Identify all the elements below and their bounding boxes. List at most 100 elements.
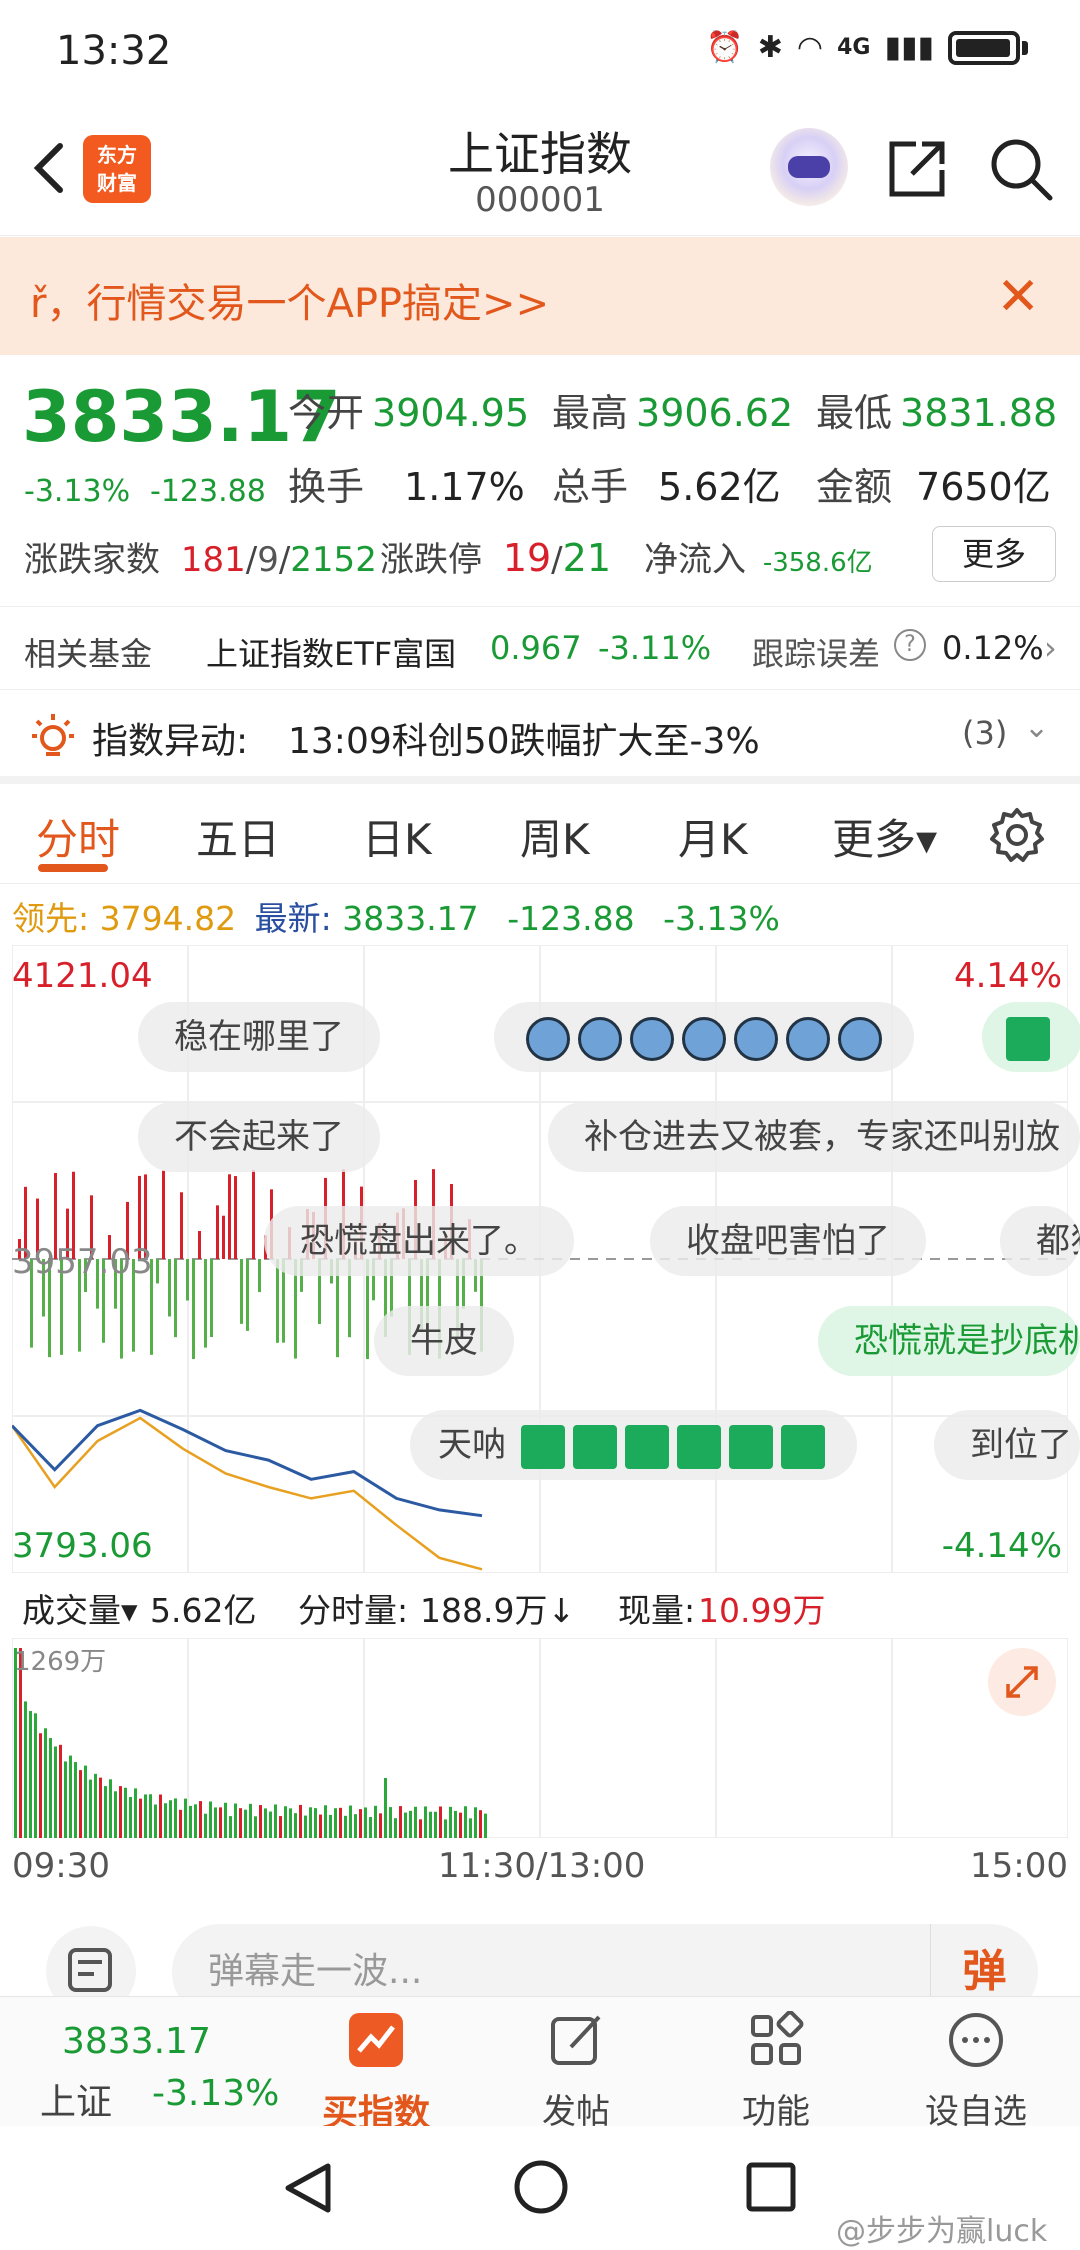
- nav-add-watchlist[interactable]: 设自选: [906, 2011, 1046, 2133]
- volume-bar: [234, 1803, 237, 1838]
- volume-bar: [254, 1816, 257, 1838]
- axis-top-price: 4121.04: [12, 956, 153, 996]
- breadth-bar-up: [180, 1192, 183, 1260]
- time-end: 15:00: [970, 1846, 1068, 1886]
- volume-bar: [89, 1779, 92, 1838]
- promo-banner[interactable]: ř，行情交易一个APP搞定>> ✕: [0, 237, 1080, 355]
- turnover-field: 换手 1.17%: [288, 465, 525, 509]
- share-icon[interactable]: [886, 138, 948, 200]
- volume-bar: [99, 1777, 102, 1838]
- volume-bar: [289, 1808, 292, 1838]
- time-mid: 11:30/13:00: [438, 1846, 646, 1886]
- volume-bar: [394, 1818, 397, 1838]
- more-button[interactable]: 更多: [932, 526, 1056, 582]
- volume-bar: [84, 1765, 87, 1838]
- danmaku-item-with-emoji: 天呐: [410, 1410, 857, 1480]
- breadth-bar-up: [162, 1170, 165, 1260]
- lead-latest-line: 领先: 3794.82 最新: 3833.17 -123.88 -3.13%: [12, 899, 780, 938]
- volume-bar: [269, 1811, 272, 1838]
- axis-bottom-price: 3793.06: [12, 1526, 153, 1566]
- close-icon[interactable]: ✕: [996, 267, 1040, 327]
- volume-bar: [94, 1773, 97, 1838]
- breadth-bar-up: [228, 1174, 231, 1260]
- limit-stat: 涨跌停 19/21: [380, 536, 611, 580]
- gear-icon[interactable]: [988, 806, 1046, 864]
- chevron-down-icon[interactable]: ⌄: [1024, 710, 1049, 745]
- volume-bar: [44, 1728, 47, 1838]
- volume-bar: [349, 1805, 352, 1838]
- axis-top-pct: 4.14%: [954, 956, 1062, 996]
- nav-index-pct[interactable]: -3.13%: [152, 2073, 279, 2114]
- volume-bar: [264, 1808, 267, 1838]
- tab-weekly-k[interactable]: 周K: [520, 806, 590, 867]
- volume-bar: [369, 1817, 372, 1838]
- latest-value: 3833.17: [342, 899, 479, 938]
- tab-daily-k[interactable]: 日K: [362, 806, 432, 867]
- danmaku-item: 稳在哪里了: [138, 1002, 380, 1072]
- volume-bar: [144, 1794, 147, 1838]
- network-label: 4G: [837, 35, 871, 60]
- volume-bar: [329, 1814, 332, 1838]
- volume-bar: [179, 1809, 182, 1838]
- volume-bar: [219, 1807, 222, 1838]
- alert-text: 13:09科创50跌幅扩大至-3%: [288, 721, 760, 762]
- volume-bar: [149, 1794, 152, 1838]
- tab-monthly-k[interactable]: 月K: [678, 806, 748, 867]
- help-icon[interactable]: ?: [894, 629, 926, 661]
- system-home-icon[interactable]: [512, 2158, 570, 2216]
- breadth-stat: 涨跌家数 181/9/2152: [24, 540, 377, 580]
- breadth-bar-down: [204, 1259, 207, 1348]
- volume-bar: [204, 1813, 207, 1838]
- signal-icon: ▮▮▮: [884, 30, 934, 65]
- system-back-icon[interactable]: [280, 2160, 336, 2216]
- time-start: 09:30: [12, 1846, 110, 1886]
- volume-bar: [104, 1786, 107, 1838]
- volume-bar: [39, 1733, 42, 1838]
- fund-name: 上证指数ETF富国: [206, 635, 457, 673]
- volume-bar: [74, 1762, 77, 1838]
- system-nav-bar: @步步为赢luck: [0, 2126, 1080, 2249]
- alarm-icon: ⏰: [706, 30, 744, 65]
- volume-bar: [424, 1806, 427, 1838]
- intraday-volume-chart[interactable]: 1269万: [12, 1638, 1068, 1838]
- wifi-icon: ◠: [796, 30, 824, 65]
- volume-bar: [344, 1815, 347, 1838]
- index-alert-row[interactable]: 指数异动: 13:09科创50跌幅扩大至-3% (3) ⌄: [0, 692, 1080, 784]
- volume-bar: [139, 1798, 142, 1838]
- nav-index-price[interactable]: 3833.17: [62, 2021, 211, 2062]
- fund-price: 0.967: [490, 629, 582, 667]
- tab-intraday[interactable]: 分时: [36, 806, 120, 867]
- breadth-bar-down: [276, 1259, 279, 1343]
- assistant-robot-icon[interactable]: [770, 128, 848, 206]
- volume-bar: [274, 1804, 277, 1838]
- volume-bar: [249, 1803, 252, 1838]
- bottom-nav: 3833.17 上证 -3.13% 买指数 发帖 功能 设自选: [0, 1996, 1080, 2134]
- app-header: 东方 财富 上证指数 000001: [0, 100, 1080, 236]
- breadth-bar-up: [222, 1215, 225, 1260]
- search-icon[interactable]: [988, 136, 1054, 202]
- volume-bar: [154, 1804, 157, 1838]
- volume-bar: [434, 1811, 437, 1838]
- nav-buy-index[interactable]: 买指数: [306, 2011, 446, 2136]
- breadth-bar-down: [168, 1259, 171, 1317]
- volume-dropdown[interactable]: 成交量▾: [22, 1584, 138, 1632]
- status-bar: 13:32 ⏰ ✱ ◠ 4G ▮▮▮: [0, 0, 1080, 100]
- nav-index-name[interactable]: 上证: [40, 2073, 112, 2125]
- system-recents-icon[interactable]: [744, 2160, 798, 2214]
- nav-functions[interactable]: 功能: [706, 2010, 846, 2133]
- lead-value: 3794.82: [99, 899, 237, 938]
- related-fund-row[interactable]: 相关基金 上证指数ETF富国 0.967 -3.11% 跟踪误差 ? 0.12%…: [0, 606, 1080, 690]
- alert-label: 指数异动:: [92, 721, 249, 762]
- danmaku-item: 到位了: [934, 1410, 1080, 1480]
- tab-more[interactable]: 更多▾: [832, 806, 937, 867]
- volume-bar: [54, 1746, 57, 1838]
- tab-five-day[interactable]: 五日: [196, 806, 280, 867]
- volume-bar: [169, 1800, 172, 1838]
- volume-bar: [464, 1806, 467, 1838]
- nav-post[interactable]: 发帖: [506, 2011, 646, 2133]
- volume-bar: [24, 1701, 27, 1838]
- volume-bar: [64, 1761, 67, 1838]
- volume-bar: [244, 1809, 247, 1838]
- volume-bar: [474, 1807, 477, 1838]
- volume-bar: [49, 1738, 52, 1838]
